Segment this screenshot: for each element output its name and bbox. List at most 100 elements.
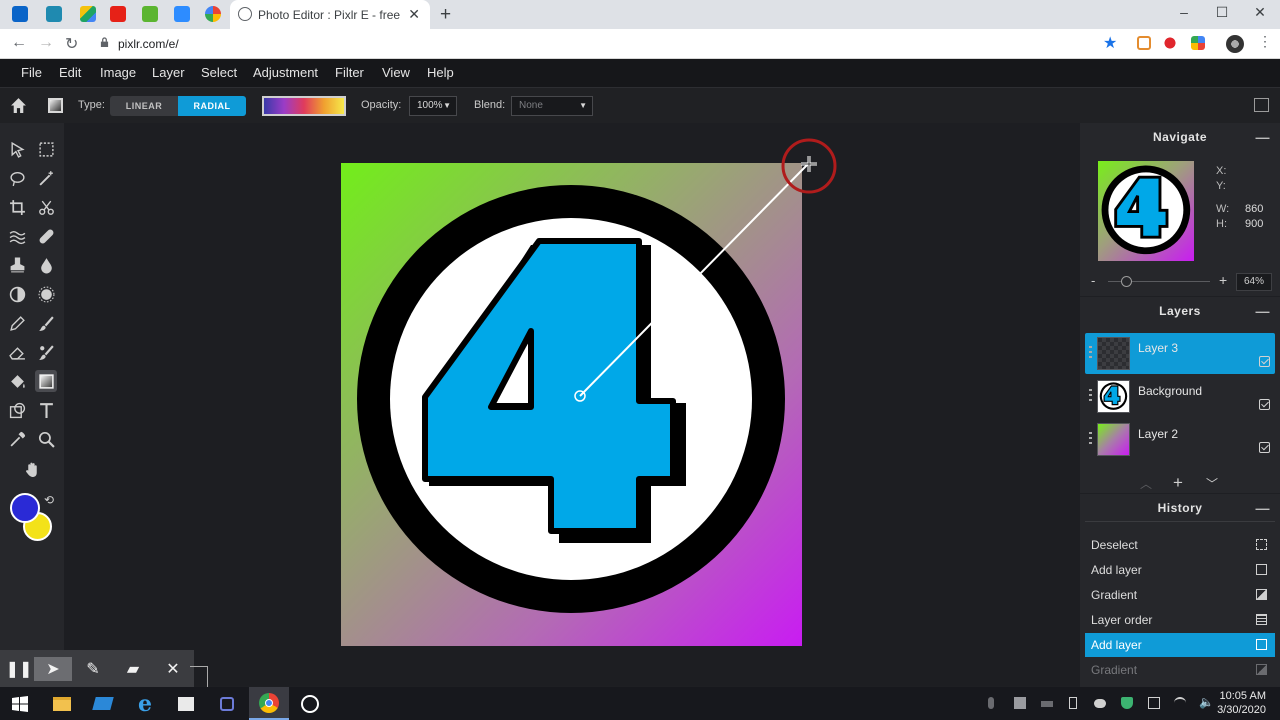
zoom-tool-icon[interactable]: [35, 428, 57, 450]
pencil-tool-icon[interactable]: [6, 312, 28, 334]
navigator-thumbnail[interactable]: [1098, 161, 1194, 261]
navigate-header[interactable]: Navigate —: [1080, 123, 1280, 151]
menu-image[interactable]: Image: [100, 65, 136, 80]
minimize-panel-icon[interactable]: —: [1256, 297, 1271, 325]
move-layer-down-icon[interactable]: ﹀: [1206, 475, 1218, 492]
edge-legacy-icon[interactable]: [83, 687, 123, 720]
swap-colors-icon[interactable]: ⟲: [44, 493, 54, 507]
volume-icon[interactable]: 🔈: [1199, 695, 1214, 709]
tray-app-icon[interactable]: [1014, 697, 1026, 709]
cutout-tool-icon[interactable]: [35, 196, 57, 218]
zoom-slider[interactable]: [1108, 276, 1210, 287]
minimize-panel-icon[interactable]: —: [1256, 123, 1271, 151]
history-item[interactable]: Add layer: [1085, 558, 1275, 582]
bookmark-star-icon[interactable]: ★: [1103, 33, 1117, 53]
wifi-icon[interactable]: [1174, 697, 1186, 709]
type-linear-button[interactable]: LINEAR: [110, 96, 178, 116]
sponge-tool-icon[interactable]: [35, 283, 57, 305]
layer-row[interactable]: Layer 2: [1085, 419, 1275, 460]
cloud-icon[interactable]: [1094, 699, 1106, 708]
outlook-tab-icon[interactable]: [12, 6, 28, 22]
layer-row[interactable]: Background: [1085, 376, 1275, 417]
eyedropper-tool-icon[interactable]: [6, 428, 28, 450]
lasso-tool-icon[interactable]: [6, 167, 28, 189]
menu-adjustment[interactable]: Adjustment: [253, 65, 318, 80]
reload-button[interactable]: ↻: [65, 34, 78, 54]
liquify-tool-icon[interactable]: [6, 225, 28, 247]
layer-visibility-checkbox[interactable]: [1259, 356, 1270, 367]
blur-tool-icon[interactable]: [35, 254, 57, 276]
marquee-tool-icon[interactable]: [35, 138, 57, 160]
arrange-tool-icon[interactable]: [6, 138, 28, 160]
hand-tool-icon[interactable]: [21, 458, 43, 480]
history-item[interactable]: Add layer: [1085, 633, 1275, 657]
menu-filter[interactable]: Filter: [335, 65, 364, 80]
security-shield-icon[interactable]: [1121, 697, 1133, 709]
magic-wand-tool-icon[interactable]: [35, 167, 57, 189]
microphone-icon[interactable]: [988, 697, 994, 709]
extension-puzzle-icon[interactable]: [1191, 36, 1205, 50]
add-layer-icon[interactable]: +: [1173, 473, 1183, 493]
eraser-tool-icon[interactable]: [6, 341, 28, 363]
drag-handle-icon[interactable]: [1089, 389, 1092, 403]
home-icon[interactable]: [10, 97, 27, 114]
layer-visibility-checkbox[interactable]: [1259, 399, 1270, 410]
blend-select[interactable]: None ▼: [511, 96, 593, 116]
gradient-tool-icon[interactable]: [35, 370, 57, 392]
history-item[interactable]: Deselect: [1085, 533, 1275, 557]
forward-button[interactable]: →: [38, 34, 54, 52]
highlighter-icon[interactable]: ▰: [114, 657, 152, 681]
heal-tool-icon[interactable]: [35, 225, 57, 247]
maximize-button[interactable]: ☐: [1202, 4, 1242, 21]
clone-stamp-tool-icon[interactable]: [6, 254, 28, 276]
close-icon[interactable]: ✕: [154, 657, 192, 681]
photos-tab-icon[interactable]: [205, 6, 221, 22]
close-window-button[interactable]: ✕: [1240, 4, 1280, 21]
zoom-in-button[interactable]: +: [1219, 272, 1227, 288]
tab-photo-editor[interactable]: Photo Editor : Pixlr E - free image ✕: [230, 0, 430, 29]
drag-handle-icon[interactable]: [1089, 432, 1092, 446]
classroom-tab-icon[interactable]: [142, 6, 158, 22]
opacity-select[interactable]: 100% ▼: [409, 96, 457, 116]
new-tab-button[interactable]: +: [440, 4, 451, 26]
menu-file[interactable]: File: [21, 65, 42, 80]
layer-visibility-checkbox[interactable]: [1259, 442, 1270, 453]
color-replace-tool-icon[interactable]: [35, 341, 57, 363]
screencast-icon[interactable]: [290, 687, 330, 720]
drive-tab-icon[interactable]: [80, 6, 96, 22]
pause-icon[interactable]: ❚❚: [0, 657, 38, 681]
brush-tool-icon[interactable]: [35, 312, 57, 334]
extension-screenshot-icon[interactable]: [1137, 36, 1151, 50]
file-explorer-icon[interactable]: [42, 687, 82, 720]
address-bar[interactable]: pixlr.com/e/: [92, 32, 1130, 56]
menu-layer[interactable]: Layer: [152, 65, 185, 80]
primary-color-swatch[interactable]: [10, 493, 40, 523]
menu-help[interactable]: Help: [427, 65, 454, 80]
battery-icon[interactable]: [1069, 697, 1077, 709]
menu-select[interactable]: Select: [201, 65, 237, 80]
system-clock[interactable]: 10:05 AM 3/30/2020: [1217, 689, 1266, 717]
move-layer-up-icon[interactable]: ︿: [1140, 475, 1152, 492]
tray-drive-icon[interactable]: [1041, 701, 1053, 707]
drag-handle-icon[interactable]: [1089, 346, 1092, 360]
pen-icon[interactable]: ✎: [74, 657, 112, 681]
internet-explorer-icon[interactable]: e: [125, 687, 165, 720]
tray-app-icon[interactable]: [1148, 697, 1160, 709]
type-radial-button[interactable]: RADIAL: [178, 96, 246, 116]
shape-tool-icon[interactable]: [6, 399, 28, 421]
toggle-panels-icon[interactable]: [1254, 98, 1269, 112]
store-icon[interactable]: [166, 687, 206, 720]
dodge-burn-tool-icon[interactable]: [6, 283, 28, 305]
chrome-menu-icon[interactable]: ⋮: [1258, 33, 1272, 50]
text-tool-icon[interactable]: [35, 399, 57, 421]
gradient-picker[interactable]: [262, 96, 346, 116]
extension-record-icon[interactable]: [1163, 36, 1177, 50]
chrome-taskbar-icon[interactable]: [249, 687, 289, 720]
zoom-level-input[interactable]: 64%: [1236, 273, 1272, 291]
fill-tool-icon[interactable]: [6, 370, 28, 392]
layers-header[interactable]: Layers —: [1080, 297, 1280, 325]
profile-avatar-icon[interactable]: [1226, 35, 1244, 53]
history-item[interactable]: Gradient: [1085, 583, 1275, 607]
minimize-button[interactable]: –: [1164, 4, 1204, 20]
crop-tool-icon[interactable]: [6, 196, 28, 218]
